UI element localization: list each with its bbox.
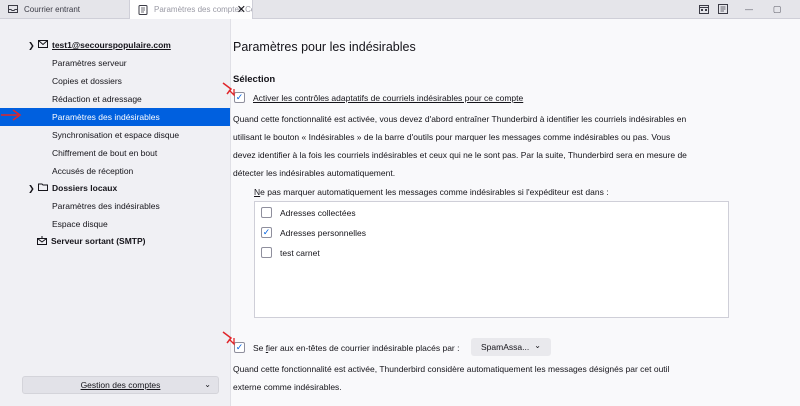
address-book-whitelist[interactable]: Adresses collectées ✓ Adresses personnel… [254, 201, 729, 318]
address-book-checkbox[interactable] [261, 207, 272, 218]
sidebar-item-server-settings[interactable]: Paramètres serveur [0, 54, 230, 72]
account-name: test1@secourspopulaire.com [52, 40, 171, 50]
sidebar-item-composition[interactable]: Rédaction et adressage [0, 90, 230, 108]
chevron-down-icon[interactable]: ❯ [28, 41, 36, 50]
list-item[interactable]: Adresses collectées [261, 207, 356, 218]
page-title: Paramètres pour les indésirables [233, 40, 416, 54]
inbox-icon [8, 4, 18, 14]
adaptive-junk-label: Activer les contrôles adaptatifs de cour… [253, 92, 524, 103]
trust-headers-checkbox-row[interactable]: ✓ Se fier aux en-têtes de courrier indés… [234, 342, 460, 353]
settings-page-icon [138, 4, 148, 15]
sidebar-item-return-receipts[interactable]: Accusés de réception [0, 162, 230, 180]
minimize-button[interactable]: — [742, 2, 756, 16]
chevron-down-icon: ⌄ [204, 380, 211, 389]
tab-inbox[interactable]: Courrier entrant [0, 0, 128, 18]
local-folders-header[interactable]: ❯ Dossiers locaux [0, 179, 230, 197]
outgoing-mail-icon [37, 235, 47, 247]
annotation-arrow-icon [222, 331, 235, 346]
section-title: Sélection [233, 74, 276, 85]
sidebar-item-disk-space[interactable]: Espace disque [0, 215, 230, 233]
sidebar-item-sync-storage[interactable]: Synchronisation et espace disque [0, 126, 230, 144]
junk-settings-pane: Paramètres pour les indésirables Sélecti… [231, 19, 800, 406]
tab-account-settings[interactable]: Paramètres des comptes Co ✕ [129, 0, 253, 19]
spam-filter-select[interactable]: SpamAssa... ⌄ [471, 338, 551, 356]
list-item[interactable]: ✓ Adresses personnelles [261, 227, 366, 238]
sidebar-item-local-junk[interactable]: Paramètres des indésirables [0, 197, 230, 215]
sidebar-item-copies-folders[interactable]: Copies et dossiers [0, 72, 230, 90]
sidebar-item-smtp[interactable]: Serveur sortant (SMTP) [0, 232, 230, 250]
trust-headers-description: Quand cette fonctionnalité est activée, … [233, 364, 670, 392]
tab-label: Courrier entrant [24, 4, 81, 14]
annotation-arrow-icon [1, 109, 22, 121]
sidebar-item-junk-settings[interactable]: Paramètres des indésirables [0, 108, 230, 126]
whitelist-label: Ne pas marquer automatiquement les messa… [254, 187, 609, 197]
tasks-icon[interactable] [716, 2, 730, 16]
account-header[interactable]: ❯ test1@secourspopulaire.com [0, 36, 230, 54]
list-item[interactable]: test carnet [261, 247, 320, 258]
maximize-button[interactable]: ▢ [770, 2, 784, 16]
chevron-down-icon: ⌄ [534, 341, 541, 350]
sidebar-item-e2e-encryption[interactable]: Chiffrement de bout en bout [0, 144, 230, 162]
account-actions-button[interactable]: Gestion des comptes ⌄ [22, 376, 219, 394]
calendar-icon[interactable] [697, 2, 711, 16]
adaptive-junk-checkbox-row[interactable]: ✓ Activer les contrôles adaptatifs de co… [234, 92, 523, 103]
toolbar-right [697, 2, 730, 16]
address-book-checkbox[interactable] [261, 247, 272, 258]
chevron-down-icon[interactable]: ❯ [28, 184, 36, 193]
adaptive-description: Quand cette fonctionnalité est activée, … [233, 114, 687, 178]
folder-icon [38, 183, 48, 193]
mail-icon [38, 40, 48, 50]
close-tab-icon[interactable]: ✕ [237, 3, 246, 16]
annotation-arrow-icon [222, 82, 235, 97]
address-book-checkbox[interactable]: ✓ [261, 227, 272, 238]
account-tree-sidebar: ❯ test1@secourspopulaire.com Paramètres … [0, 19, 231, 406]
trust-headers-label: Se fier aux en-têtes de courrier indésir… [253, 342, 460, 353]
tab-bar: Courrier entrant Paramètres des comptes … [0, 0, 800, 19]
